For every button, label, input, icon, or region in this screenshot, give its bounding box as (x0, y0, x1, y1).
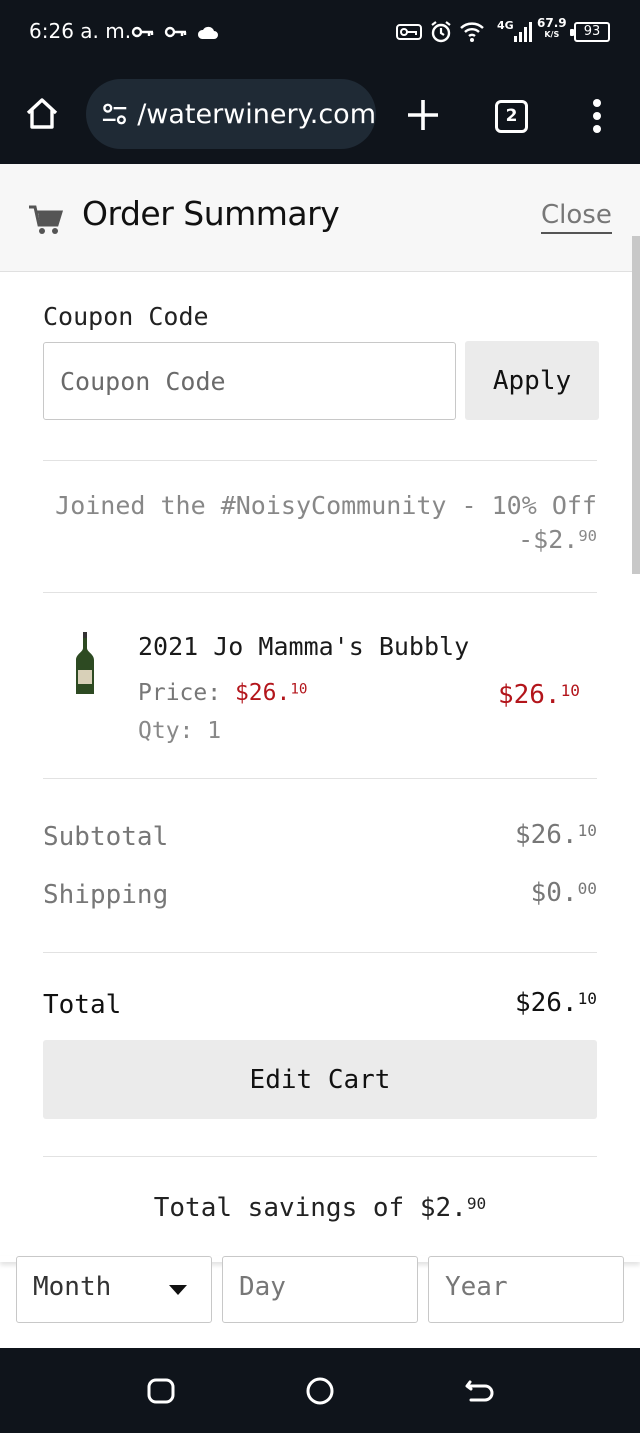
speed-unit: K/S (544, 30, 560, 39)
total-label: Total (43, 990, 122, 1020)
system-nav-bar (0, 1348, 640, 1433)
shipping-value: $0.00 (530, 878, 597, 908)
savings-text: Total savings of (153, 1193, 420, 1223)
discount-amount: -$2.90 (518, 524, 597, 554)
network-type: 4G (497, 19, 514, 32)
key-icon (164, 26, 187, 38)
day-field[interactable]: Day (222, 1256, 418, 1323)
total-savings: Total savings of $2.90 (0, 1193, 640, 1223)
cart-icon (29, 205, 64, 234)
subtotal-label: Subtotal (43, 822, 169, 852)
tab-switcher-button[interactable]: 2 (495, 100, 528, 133)
month-value: Month (33, 1272, 112, 1302)
savings-amount: $2.90 (419, 1193, 487, 1223)
year-field[interactable]: Year (428, 1256, 624, 1323)
browser-toolbar: /waterwinery.com 2 (0, 66, 640, 164)
divider (43, 778, 597, 779)
back-icon[interactable] (465, 1376, 495, 1406)
divider (43, 592, 597, 593)
scrollbar[interactable] (632, 236, 640, 574)
recents-icon[interactable] (146, 1376, 176, 1406)
order-summary-header: Order Summary Close (0, 164, 640, 272)
price-value: $26.10 (234, 680, 308, 706)
item-name: 2021 Jo Mamma's Bubbly (138, 632, 470, 661)
alarm-icon (431, 21, 451, 43)
shipping-label: Shipping (43, 880, 169, 910)
coupon-label: Coupon Code (43, 302, 209, 331)
speed-value: 67.9 (537, 16, 567, 30)
item-quantity: Qty: 1 (138, 718, 222, 744)
discount-label: Joined the #NoisyCommunity - 10% Off (55, 491, 597, 520)
close-link[interactable]: Close (541, 200, 612, 234)
wifi-icon (460, 22, 484, 42)
divider (43, 460, 597, 461)
month-select[interactable]: Month (16, 1256, 212, 1323)
cloud-icon (197, 26, 218, 39)
coupon-input[interactable] (43, 342, 456, 420)
order-summary-title: Order Summary (82, 194, 340, 233)
address-bar[interactable]: /waterwinery.com (86, 79, 376, 149)
price-label: Price: (138, 680, 222, 706)
status-bar: 6:26 a. m. 4G 67.9 K/S 93 (0, 0, 640, 66)
plus-icon[interactable] (404, 96, 442, 134)
item-line-total: $26.10 (497, 680, 580, 710)
apply-button[interactable]: Apply (465, 341, 599, 420)
item-price: Price: $26.10 (138, 680, 308, 706)
edit-cart-button[interactable]: Edit Cart (43, 1040, 597, 1119)
total-value: $26.10 (514, 988, 597, 1018)
home-icon[interactable] (22, 94, 62, 134)
more-vert-icon[interactable] (586, 96, 608, 136)
subtotal-value: $26.10 (514, 820, 597, 850)
status-time: 6:26 a. m. (29, 19, 132, 43)
vpn-key-icon (396, 24, 422, 40)
caret-down-icon (169, 1285, 187, 1295)
divider (43, 1156, 597, 1157)
tune-icon[interactable] (100, 99, 129, 129)
key-icon (131, 26, 154, 38)
network-speed: 67.9 K/S (537, 16, 567, 40)
divider (43, 952, 597, 953)
home-nav-icon[interactable] (305, 1376, 335, 1406)
battery-indicator: 93 (570, 22, 610, 42)
url-text[interactable]: /waterwinery.com (137, 99, 376, 130)
wine-bottle-icon (76, 632, 94, 694)
discount-line: Joined the #NoisyCommunity - 10% Off -$2… (43, 490, 597, 555)
signal-icon (514, 22, 532, 42)
